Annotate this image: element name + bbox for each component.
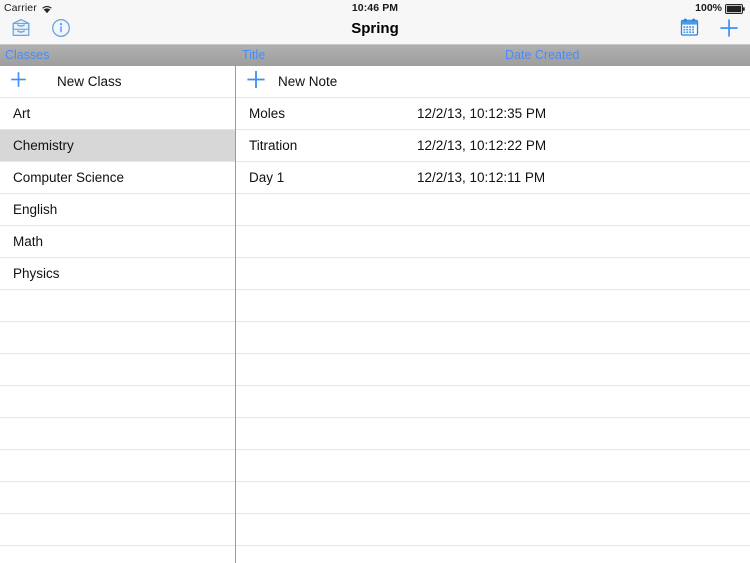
note-list-item[interactable]: Day 1 12/2/13, 10:12:11 PM [236, 162, 750, 194]
note-empty-row [236, 418, 750, 450]
note-date-created: 12/2/13, 10:12:11 PM [417, 170, 546, 185]
plus-icon [246, 69, 266, 94]
note-empty-row [236, 482, 750, 514]
class-list-item-label: Computer Science [13, 170, 125, 185]
class-empty-row [0, 546, 235, 563]
class-empty-row [0, 386, 235, 418]
class-empty-row [0, 450, 235, 482]
class-empty-row [0, 354, 235, 386]
note-title: Day 1 [249, 170, 285, 185]
note-empty-row [236, 450, 750, 482]
calendar-icon [679, 17, 700, 43]
column-header-title[interactable]: Title [242, 48, 265, 62]
note-empty-row [236, 194, 750, 226]
note-empty-row [236, 226, 750, 258]
class-list-item[interactable]: Art [0, 98, 235, 130]
new-class-label: New Class [57, 74, 122, 89]
column-header-date-created[interactable]: Date Created [505, 48, 579, 62]
column-header-bar: Classes Title Date Created [0, 44, 750, 66]
app-window: Carrier 10:46 PM 100% Spring Classes Tit… [0, 0, 750, 563]
new-note-label: New Note [278, 74, 338, 89]
new-class-row[interactable]: New Class [0, 66, 235, 98]
note-title: Moles [249, 106, 286, 121]
class-list-item[interactable]: Computer Science [0, 162, 235, 194]
class-empty-row [0, 482, 235, 514]
status-bar-time: 10:46 PM [351, 2, 399, 14]
class-rows-container: Art Chemistry Computer Science English Math P… [0, 98, 235, 290]
class-empty-row [0, 418, 235, 450]
nav-bar: Spring [0, 16, 750, 44]
note-empty-row [236, 258, 750, 290]
calendar-button[interactable] [676, 17, 702, 43]
class-list-item[interactable]: English [0, 194, 235, 226]
note-empty-row [236, 290, 750, 322]
notes-list: New Note Moles 12/2/13, 10:12:35 PM Titrat… [236, 66, 750, 563]
class-empty-row [0, 514, 235, 546]
class-empty-rows-container [0, 290, 235, 563]
note-empty-rows-container [236, 194, 750, 563]
split-view: New Class Art Chemistry Computer Science En… [0, 66, 750, 563]
plus-icon [10, 71, 27, 93]
nav-bar-right-buttons [676, 17, 742, 43]
note-date-created: 12/2/13, 10:12:22 PM [417, 138, 547, 153]
class-empty-row [0, 290, 235, 322]
note-empty-row [236, 546, 750, 563]
class-list-item-label: English [13, 202, 58, 217]
note-rows-container: Moles 12/2/13, 10:12:35 PM Titration 12/2/1… [236, 98, 750, 194]
note-empty-row [236, 514, 750, 546]
status-bar: Carrier 10:46 PM 100% [0, 0, 750, 16]
note-list-item[interactable]: Titration 12/2/13, 10:12:22 PM [236, 130, 750, 162]
note-empty-row [236, 386, 750, 418]
class-list-item[interactable]: Physics [0, 258, 235, 290]
class-list-item-label: Chemistry [13, 138, 74, 153]
status-bar-right: 100% [695, 2, 745, 14]
plus-icon [717, 16, 741, 45]
note-empty-row [236, 322, 750, 354]
class-empty-row [0, 322, 235, 354]
column-header-classes[interactable]: Classes [5, 48, 49, 62]
class-list-item-label: Math [13, 234, 44, 249]
battery-full-icon [725, 4, 745, 14]
class-list-item-label: Physics [13, 266, 60, 281]
note-list-item[interactable]: Moles 12/2/13, 10:12:35 PM [236, 98, 750, 130]
page-title: Spring [351, 20, 399, 37]
class-list-item[interactable]: Math [0, 226, 235, 258]
new-note-row[interactable]: New Note [236, 66, 750, 98]
class-list-item-label: Art [13, 106, 31, 121]
classes-list: New Class Art Chemistry Computer Science En… [0, 66, 235, 563]
note-date-created: 12/2/13, 10:12:35 PM [417, 106, 547, 121]
class-list-item[interactable]: Chemistry [0, 130, 235, 162]
add-button[interactable] [716, 17, 742, 43]
note-title: Titration [249, 138, 298, 153]
battery-percent-label: 100% [695, 2, 722, 14]
note-empty-row [236, 354, 750, 386]
